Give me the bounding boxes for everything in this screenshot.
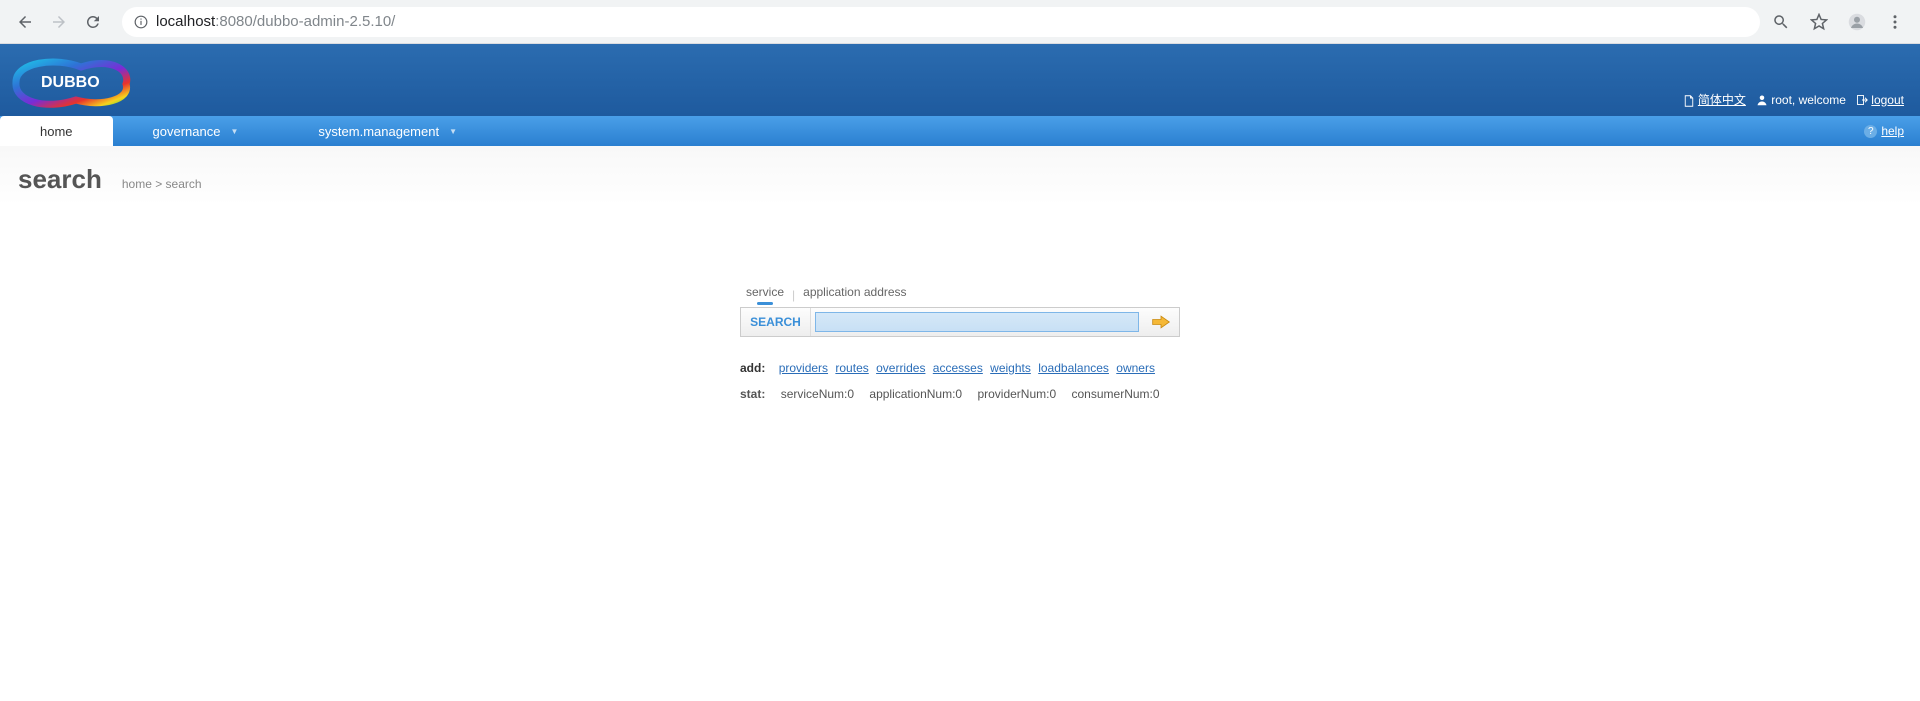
search-tab-app-address[interactable]: application address — [803, 285, 906, 305]
search-go-button[interactable] — [1143, 308, 1179, 336]
add-label: add: — [740, 361, 765, 375]
stat-application-num: applicationNum:0 — [869, 387, 962, 401]
nav-governance[interactable]: governance — [113, 116, 279, 146]
breadcrumb: home > search — [122, 177, 202, 191]
header-banner: DUBBO 简体中文 root, welcome logout — [0, 44, 1920, 116]
profile-icon[interactable] — [1848, 13, 1866, 31]
header-links: 简体中文 root, welcome logout — [1683, 91, 1904, 108]
nav-spacer — [497, 116, 1848, 146]
add-accesses[interactable]: accesses — [933, 361, 983, 375]
dubbo-logo[interactable]: DUBBO — [6, 52, 136, 115]
stat-consumer-num: consumerNum:0 — [1072, 387, 1160, 401]
add-row: add: providers routes overrides accesses… — [740, 361, 1180, 375]
search-label: SEARCH — [741, 308, 811, 336]
user-text: root, welcome — [1771, 93, 1846, 107]
stat-label: stat: — [740, 387, 765, 401]
reload-icon[interactable] — [84, 13, 102, 31]
user-icon — [1756, 94, 1768, 106]
back-icon[interactable] — [16, 13, 34, 31]
add-owners[interactable]: owners — [1116, 361, 1155, 375]
search-tab-service[interactable]: service — [746, 285, 784, 305]
add-providers[interactable]: providers — [779, 361, 828, 375]
nav-help[interactable]: ? help — [1848, 116, 1920, 146]
browser-nav-buttons — [8, 13, 110, 31]
search-tabs: service | application address — [740, 285, 1180, 305]
logout-section[interactable]: logout — [1856, 93, 1904, 107]
lang-link[interactable]: 简体中文 — [1698, 93, 1746, 107]
url-bar[interactable]: localhost:8080/dubbo-admin-2.5.10/ — [122, 7, 1760, 37]
nav-system-management[interactable]: system.management — [278, 116, 497, 146]
search-box: SEARCH — [740, 307, 1180, 337]
url-host: localhost — [156, 13, 215, 30]
add-loadbalances[interactable]: loadbalances — [1038, 361, 1109, 375]
user-section: root, welcome — [1756, 93, 1846, 107]
tab-separator: | — [792, 288, 795, 302]
logout-icon — [1856, 94, 1868, 106]
add-routes[interactable]: routes — [835, 361, 868, 375]
add-links: providers routes overrides accesses weig… — [779, 361, 1159, 375]
stat-provider-num: providerNum:0 — [977, 387, 1056, 401]
arrow-right-icon — [1151, 315, 1171, 329]
url-info-icon — [134, 15, 148, 29]
browser-chrome: localhost:8080/dubbo-admin-2.5.10/ — [0, 0, 1920, 44]
document-icon — [1683, 95, 1695, 107]
help-link[interactable]: help — [1881, 124, 1904, 138]
menu-icon[interactable] — [1886, 13, 1904, 31]
page-title: search — [18, 164, 102, 195]
star-icon[interactable] — [1810, 13, 1828, 31]
forward-icon[interactable] — [50, 13, 68, 31]
zoom-icon[interactable] — [1772, 13, 1790, 31]
browser-actions — [1772, 13, 1912, 31]
lang-section[interactable]: 简体中文 — [1683, 91, 1746, 108]
add-weights[interactable]: weights — [990, 361, 1031, 375]
url-path: /dubbo-admin-2.5.10/ — [253, 13, 396, 30]
stat-service-num: serviceNum:0 — [781, 387, 854, 401]
content-header: search home > search — [0, 146, 1920, 205]
help-icon: ? — [1864, 125, 1877, 138]
logout-link[interactable]: logout — [1871, 93, 1904, 107]
nav-home[interactable]: home — [0, 116, 113, 146]
add-overrides[interactable]: overrides — [876, 361, 925, 375]
nav-menu: home governance system.management ? help — [0, 116, 1920, 146]
search-input[interactable] — [815, 312, 1139, 332]
url-port: :8080 — [215, 13, 253, 30]
search-panel: service | application address SEARCH add… — [740, 285, 1180, 401]
stat-row: stat: serviceNum:0 applicationNum:0 prov… — [740, 387, 1180, 401]
main-content: service | application address SEARCH add… — [0, 205, 1920, 401]
logo-text: DUBBO — [41, 74, 100, 91]
